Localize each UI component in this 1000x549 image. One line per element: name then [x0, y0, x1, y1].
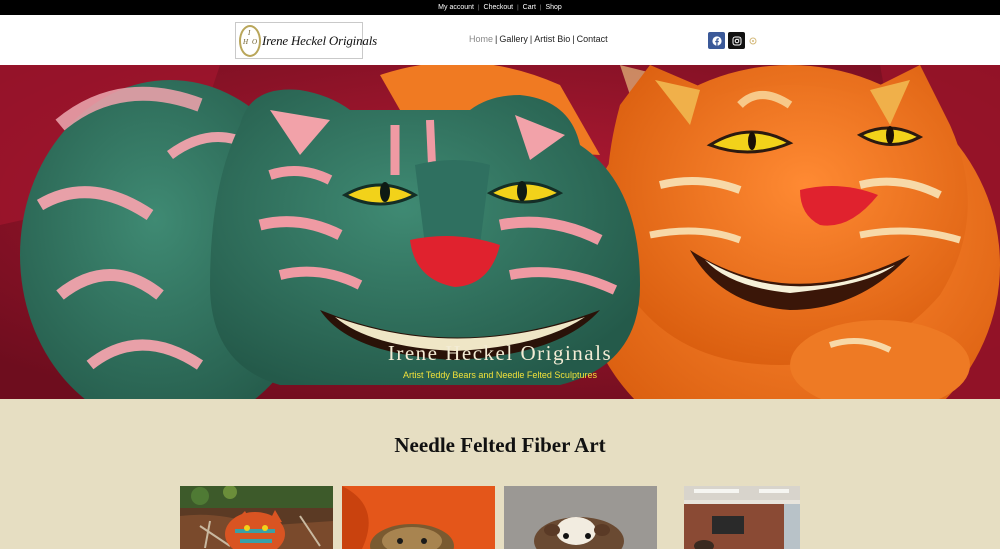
cart-link[interactable]: Cart: [519, 4, 540, 11]
site-header: I H O Irene Heckel Originals Home | Gall…: [0, 15, 1000, 65]
my-account-link[interactable]: My account: [434, 4, 478, 11]
section-heading: Needle Felted Fiber Art: [394, 433, 606, 457]
gallery-room-interior-image: [684, 486, 800, 549]
gallery-thumb-guinea-pig[interactable]: [504, 486, 657, 549]
hero-banner: Irene Heckel Originals Artist Teddy Bear…: [0, 65, 1000, 399]
hero-subtitle: Artist Teddy Bears and Needle Felted Scu…: [403, 370, 597, 380]
account-bar: My account | Checkout | Cart | Shop: [0, 0, 1000, 15]
other-social-icon[interactable]: [748, 32, 758, 49]
social-links: [708, 32, 758, 49]
nav-gallery[interactable]: Gallery: [499, 34, 528, 44]
site-logo[interactable]: I H O Irene Heckel Originals: [235, 22, 377, 59]
logo-monogram: I H O: [239, 25, 261, 57]
nav-home[interactable]: Home: [469, 34, 493, 44]
gallery-thumb-bear-orange[interactable]: [342, 486, 495, 549]
felted-cat-outdoors-image: [180, 486, 333, 549]
instagram-icon[interactable]: [728, 32, 745, 49]
hero-title: Irene Heckel Originals: [387, 341, 613, 365]
nav-contact[interactable]: Contact: [577, 34, 608, 44]
shop-link[interactable]: Shop: [541, 4, 565, 11]
felted-guinea-pig-image: [504, 486, 657, 549]
checkout-link[interactable]: Checkout: [480, 4, 518, 11]
felted-bear-orange-image: [342, 486, 495, 549]
logo-text: Irene Heckel Originals: [262, 33, 377, 48]
gallery-thumb-cat-outdoors[interactable]: [180, 486, 333, 549]
facebook-icon[interactable]: [708, 32, 725, 49]
gallery-thumb-room[interactable]: [684, 486, 800, 549]
nav-artist-bio[interactable]: Artist Bio: [534, 34, 570, 44]
main-nav: Home | Gallery | Artist Bio | Contact: [469, 34, 608, 44]
